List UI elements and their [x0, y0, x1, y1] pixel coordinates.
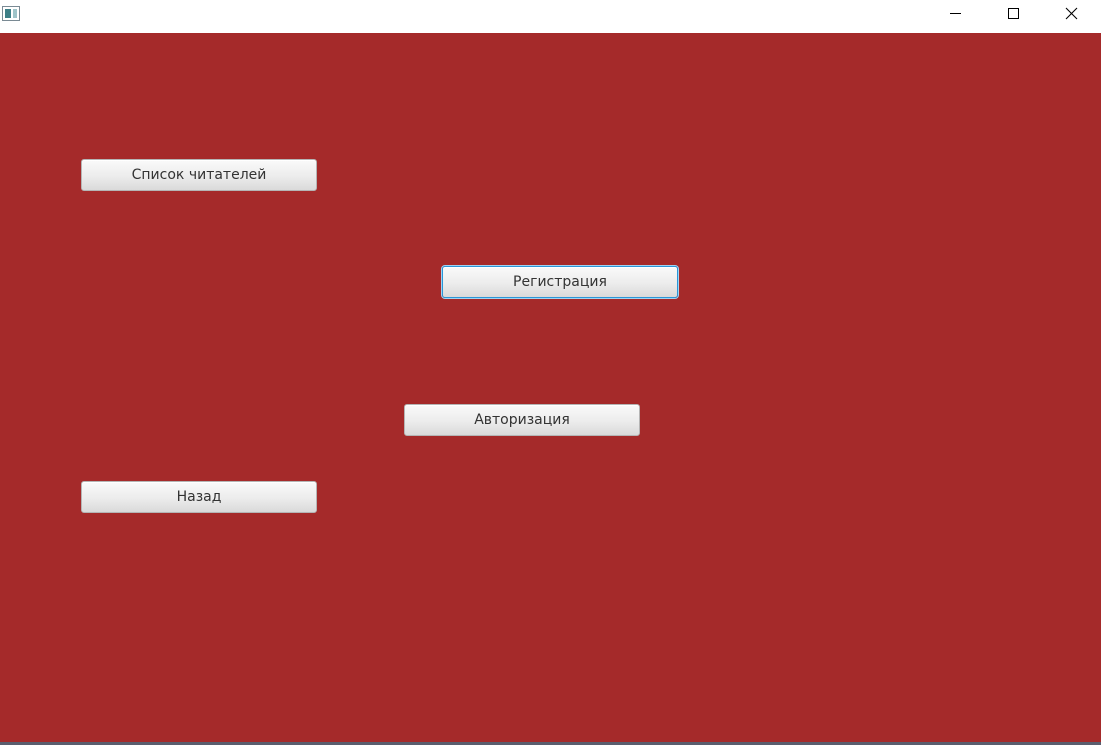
close-button[interactable] [1042, 0, 1100, 32]
minimize-button[interactable] [926, 0, 984, 32]
maximize-button[interactable] [984, 0, 1042, 32]
registration-button[interactable]: Регистрация [442, 266, 678, 298]
minimize-icon [950, 13, 961, 14]
main-pane: Список читателей Регистрация Авторизация… [0, 33, 1101, 742]
app-icon-pane-right [13, 9, 17, 18]
readers-list-button[interactable]: Список читателей [81, 159, 317, 191]
app-icon [2, 6, 20, 21]
title-bar[interactable] [0, 0, 1101, 32]
back-button[interactable]: Назад [81, 481, 317, 513]
application-window: Список читателей Регистрация Авторизация… [0, 0, 1101, 745]
maximize-icon [1008, 8, 1019, 19]
authorization-button[interactable]: Авторизация [404, 404, 640, 436]
app-icon-pane-left [5, 9, 11, 18]
close-icon [1065, 7, 1078, 20]
